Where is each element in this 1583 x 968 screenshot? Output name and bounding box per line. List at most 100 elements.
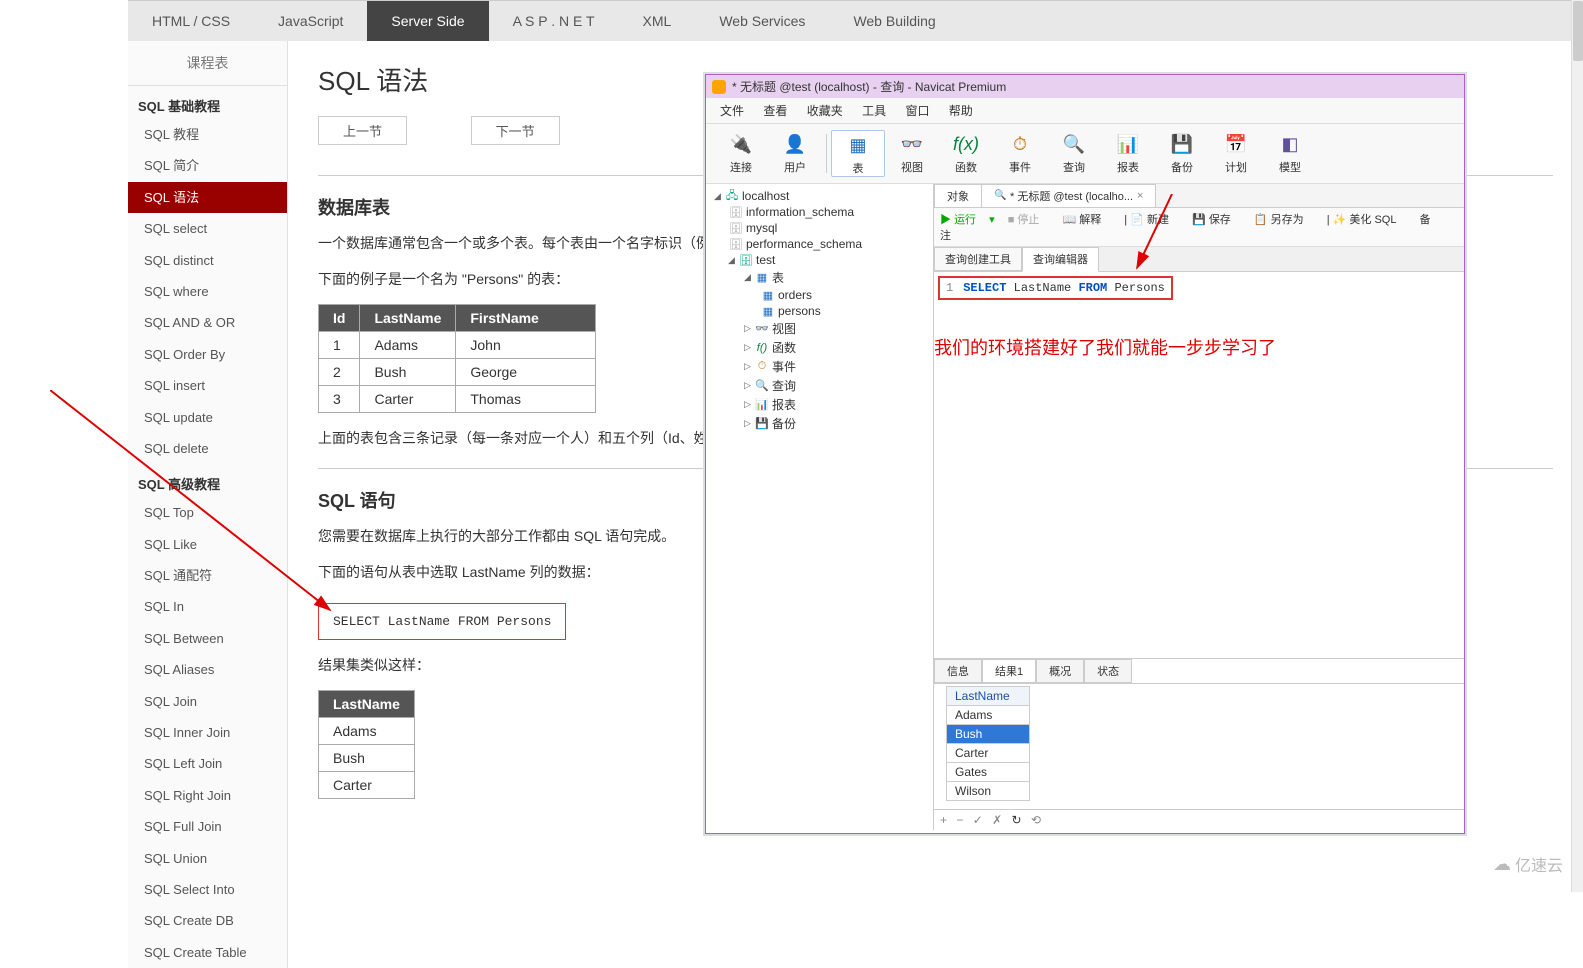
sidebar-item-sql-order-by[interactable]: SQL Order By xyxy=(128,339,287,370)
add-row-button[interactable]: + xyxy=(940,813,947,827)
sidebar-item-sql-create-table[interactable]: SQL Create Table xyxy=(128,937,287,968)
menu-tools[interactable]: 工具 xyxy=(854,100,894,121)
result-row[interactable]: Adams xyxy=(946,706,1030,725)
tool-function[interactable]: f(x)函数 xyxy=(939,130,993,177)
tree-expand-icon[interactable]: ▷ xyxy=(744,361,754,372)
menu-view[interactable]: 查看 xyxy=(755,100,795,121)
result-tab-status[interactable]: 状态 xyxy=(1084,659,1132,683)
delete-row-button[interactable]: − xyxy=(956,813,963,827)
result-col-header[interactable]: LastName xyxy=(946,686,1030,706)
sidebar-item-sql-syntax[interactable]: SQL 语法 xyxy=(128,182,287,213)
tree-tables-folder[interactable]: 表 xyxy=(772,269,784,286)
tree-collapse-icon[interactable]: ◢ xyxy=(728,255,738,266)
cancel-button[interactable]: ✗ xyxy=(992,813,1002,827)
tool-view[interactable]: 👓视图 xyxy=(885,130,939,177)
sidebar-item-sql-update[interactable]: SQL update xyxy=(128,402,287,433)
topnav-aspnet[interactable]: A S P . N E T xyxy=(489,1,619,41)
topnav-web-building[interactable]: Web Building xyxy=(829,1,959,41)
menu-help[interactable]: 帮助 xyxy=(941,100,981,121)
topnav-javascript[interactable]: JavaScript xyxy=(254,1,367,41)
tree-backups[interactable]: 备份 xyxy=(772,415,796,432)
sidebar-item-sql-where[interactable]: SQL where xyxy=(128,276,287,307)
menu-favorites[interactable]: 收藏夹 xyxy=(799,100,851,121)
apply-button[interactable]: ✓ xyxy=(973,813,983,827)
tree-db-test[interactable]: test xyxy=(756,253,775,267)
tool-user[interactable]: 👤用户 xyxy=(768,130,822,177)
tool-event[interactable]: ⏱事件 xyxy=(993,130,1047,177)
tool-report[interactable]: 📊报表 xyxy=(1101,130,1155,177)
tool-model[interactable]: ◧模型 xyxy=(1263,130,1317,177)
subtab-editor[interactable]: 查询编辑器 xyxy=(1022,247,1099,272)
topnav-xml[interactable]: XML xyxy=(619,1,696,41)
menu-file[interactable]: 文件 xyxy=(712,100,752,121)
tree-reports[interactable]: 报表 xyxy=(772,396,796,413)
stop-button[interactable]: ⟲ xyxy=(1031,813,1041,827)
tree-db[interactable]: mysql xyxy=(746,221,777,235)
sidebar-item-sql-intro[interactable]: SQL 简介 xyxy=(128,150,287,181)
next-button[interactable]: 下一节 xyxy=(471,116,560,145)
result-grid[interactable]: LastName Adams Bush Carter Gates Wilson xyxy=(934,684,1464,809)
scrollbar-thumb[interactable] xyxy=(1573,1,1583,61)
tool-backup[interactable]: 💾备份 xyxy=(1155,130,1209,177)
page-scrollbar[interactable] xyxy=(1571,0,1583,892)
sidebar-item-sql-full-join[interactable]: SQL Full Join xyxy=(128,811,287,842)
prev-button[interactable]: 上一节 xyxy=(318,116,407,145)
tree-db[interactable]: information_schema xyxy=(746,205,854,219)
tree-queries[interactable]: 查询 xyxy=(772,377,796,394)
sidebar-item-sql-and-or[interactable]: SQL AND & OR xyxy=(128,307,287,338)
tree-table-persons[interactable]: persons xyxy=(778,304,821,318)
tree-functions[interactable]: 函数 xyxy=(772,339,796,356)
tree-views[interactable]: 视图 xyxy=(772,320,796,337)
tab-objects[interactable]: 对象 xyxy=(934,184,982,207)
tree-connection[interactable]: localhost xyxy=(742,189,789,203)
topnav-server-side[interactable]: Server Side xyxy=(367,1,488,41)
subtab-builder[interactable]: 查询创建工具 xyxy=(934,247,1022,271)
tree-collapse-icon[interactable]: ◢ xyxy=(714,191,724,202)
sidebar-item-sql-distinct[interactable]: SQL distinct xyxy=(128,245,287,276)
sidebar-item-sql-join[interactable]: SQL Join xyxy=(128,686,287,717)
tree-expand-icon[interactable]: ▷ xyxy=(744,399,754,410)
sidebar-item-sql-like[interactable]: SQL Like xyxy=(128,529,287,560)
tree-expand-icon[interactable]: ▷ xyxy=(744,418,754,429)
sidebar-item-sql-wildcard[interactable]: SQL 通配符 xyxy=(128,560,287,591)
tree-table-orders[interactable]: orders xyxy=(778,288,812,302)
tool-schedule[interactable]: 📅计划 xyxy=(1209,130,1263,177)
sidebar-item-sql-select[interactable]: SQL select xyxy=(128,213,287,244)
menu-window[interactable]: 窗口 xyxy=(897,100,937,121)
result-tab-info[interactable]: 信息 xyxy=(934,659,982,683)
tree-events[interactable]: 事件 xyxy=(772,358,796,375)
sidebar-item-sql-insert[interactable]: SQL insert xyxy=(128,370,287,401)
sidebar-item-sql-in[interactable]: SQL In xyxy=(128,591,287,622)
new-button[interactable]: 📄 新建 xyxy=(1130,214,1179,226)
sidebar-item-sql-top[interactable]: SQL Top xyxy=(128,497,287,528)
tree-db[interactable]: performance_schema xyxy=(746,237,862,251)
saveas-button[interactable]: 📋 另存为 xyxy=(1254,214,1314,226)
result-row[interactable]: Gates xyxy=(946,763,1030,782)
result-tab-result1[interactable]: 结果1 xyxy=(982,659,1036,683)
tool-connection[interactable]: 🔌连接 xyxy=(714,130,768,177)
tree-collapse-icon[interactable]: ◢ xyxy=(744,272,754,283)
sidebar-item-sql-delete[interactable]: SQL delete xyxy=(128,433,287,464)
sidebar-item-sql-between[interactable]: SQL Between xyxy=(128,623,287,654)
result-row-selected[interactable]: Bush xyxy=(946,725,1030,744)
run-button[interactable]: ▶ 运行 ▾ xyxy=(940,214,995,226)
close-icon[interactable]: × xyxy=(1137,190,1143,202)
tab-query[interactable]: 🔍* 无标题 @test (localho... × xyxy=(981,184,1156,207)
explain-button[interactable]: 📖 解释 xyxy=(1062,214,1111,226)
tool-query[interactable]: 🔍查询 xyxy=(1047,130,1101,177)
tree-expand-icon[interactable]: ▷ xyxy=(744,323,754,334)
refresh-button[interactable]: ↻ xyxy=(1012,813,1022,827)
tree-expand-icon[interactable]: ▷ xyxy=(744,380,754,391)
sql-editor[interactable]: 1SELECT LastName FROM Persons xyxy=(938,276,1173,300)
topnav-web-services[interactable]: Web Services xyxy=(695,1,829,41)
sidebar-item-sql-aliases[interactable]: SQL Aliases xyxy=(128,654,287,685)
sidebar-item-sql-create-db[interactable]: SQL Create DB xyxy=(128,905,287,936)
sidebar-item-sql-left-join[interactable]: SQL Left Join xyxy=(128,748,287,779)
sidebar-item-sql-union[interactable]: SQL Union xyxy=(128,843,287,874)
sidebar-item-sql-right-join[interactable]: SQL Right Join xyxy=(128,780,287,811)
tree-expand-icon[interactable]: ▷ xyxy=(744,342,754,353)
topnav-html-css[interactable]: HTML / CSS xyxy=(128,1,254,41)
stop-button[interactable]: ■ 停止 xyxy=(1008,214,1050,226)
sidebar-item-sql-tutorial[interactable]: SQL 教程 xyxy=(128,119,287,150)
sidebar-item-sql-select-into[interactable]: SQL Select Into xyxy=(128,874,287,905)
